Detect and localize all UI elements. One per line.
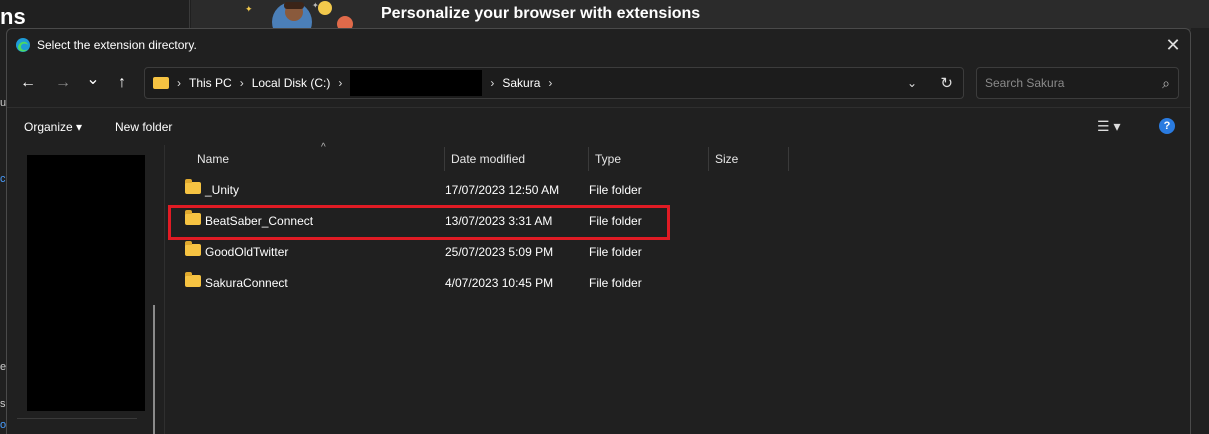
background-fragment: s [0,398,6,410]
file-name: _Unity [205,183,240,197]
organize-button[interactable]: Organize ▾ [24,120,82,134]
file-name: SakuraConnect [205,276,288,290]
chevron-right-icon: › [548,76,553,90]
help-icon[interactable]: ? [1159,118,1175,134]
address-bar[interactable]: › This PC › Local Disk (C:) › › Sakura ›… [144,67,964,99]
folder-icon [185,241,201,256]
file-list: Name ^ Date modified Type Size _Unity 17… [177,142,1190,434]
breadcrumb-sakura[interactable]: Sakura [502,76,540,90]
column-header-size-label: Size [715,152,739,166]
close-icon: ✕ [1165,34,1181,55]
svg-text:✦: ✦ [245,4,253,14]
dialog-titlebar: Select the extension directory. ✕ [7,29,1190,61]
refresh-icon[interactable]: ↻ [940,74,953,92]
search-input[interactable] [985,76,1163,90]
up-arrow-icon: ↑ [118,74,126,91]
chevron-down-icon: ⌄ [86,71,100,88]
file-row[interactable]: _Unity 17/07/2023 12:50 AM File folder [177,176,777,204]
file-type: File folder [589,183,642,197]
file-date: 17/07/2023 12:50 AM [445,183,560,197]
folder-icon [185,272,201,287]
content-area: Name ^ Date modified Type Size _Unity 17… [7,142,1190,434]
back-button[interactable]: ← [15,71,41,95]
column-header-type-label: Type [595,152,622,166]
navigation-bar: ← → ⌄ ↑ › This PC › Local Disk (C:) › › … [7,61,1190,107]
recent-locations-button[interactable]: ⌄ [80,67,106,91]
dialog-title: Select the extension directory. [37,38,197,52]
forward-button[interactable]: → [50,71,76,95]
chevron-right-icon: › [338,76,343,90]
chevron-right-icon: › [490,76,495,90]
view-options-icon[interactable]: ☰ ▾ [1097,118,1120,135]
search-icon: ⌕ [1162,74,1170,91]
column-header-name-label: Name [197,152,230,166]
search-box[interactable]: ⌕ [976,67,1179,99]
file-row[interactable]: GoodOldTwitter 25/07/2023 5:09 PM File f… [177,238,777,266]
folder-icon [153,77,169,89]
sort-ascending-icon: ^ [321,142,326,153]
close-button[interactable]: ✕ [1156,29,1190,61]
new-folder-button[interactable]: New folder [115,120,172,134]
address-dropdown-icon[interactable]: ⌄ [907,76,917,90]
back-arrow-icon: ← [20,74,36,91]
file-date: 4/07/2023 10:45 PM [445,276,554,290]
redacted-breadcrumb [350,70,483,96]
divider [17,418,137,419]
redacted-navigation-tree [27,155,145,411]
up-button[interactable]: ↑ [109,71,135,95]
banner-title: Personalize your browser with extensions [381,5,701,22]
navigation-pane [7,145,165,434]
chevron-right-icon: › [239,76,244,90]
background-heading: ns [0,4,26,29]
folder-icon [185,179,201,194]
breadcrumb-local-disk[interactable]: Local Disk (C:) [252,76,331,90]
file-row[interactable]: SakuraConnect 4/07/2023 10:45 PM File fo… [177,269,777,297]
breadcrumb-this-pc[interactable]: This PC [189,76,232,90]
column-header-date-label: Date modified [451,152,526,166]
forward-arrow-icon: → [55,74,71,91]
annotation-highlight-box [168,205,670,240]
background-right-edge [1191,28,1209,434]
file-type: File folder [589,245,642,259]
column-header-size[interactable]: Size [709,147,789,171]
column-header-type[interactable]: Type [589,147,709,171]
extensions-illustration: ✦ ✦ [245,1,353,30]
svg-text:✦: ✦ [312,1,319,10]
chevron-right-icon: › [177,76,181,90]
file-type: File folder [589,276,642,290]
navigation-scrollbar[interactable] [153,305,155,434]
edge-logo-icon [16,38,30,52]
column-header-date[interactable]: Date modified [445,147,589,171]
file-date: 25/07/2023 5:09 PM [445,245,554,259]
column-header-name[interactable]: Name ^ [191,142,445,171]
file-name: GoodOldTwitter [205,245,289,259]
command-bar: Organize ▾ New folder ☰ ▾ ? [7,107,1190,145]
